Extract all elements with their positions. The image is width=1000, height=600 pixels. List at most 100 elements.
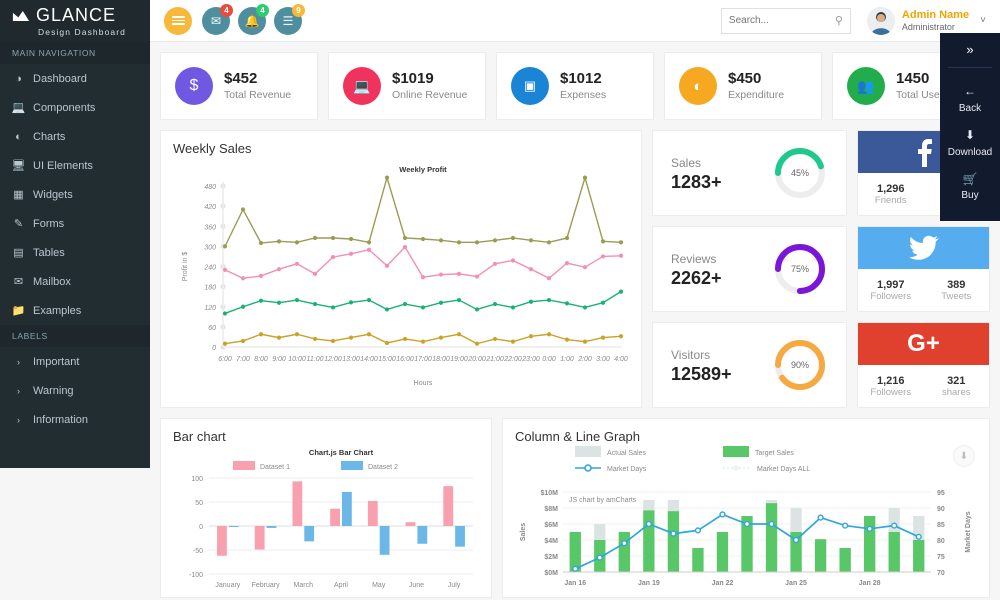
social-stat-label: Friends <box>875 195 907 206</box>
table-icon: ▤ <box>12 246 25 259</box>
sidebar-item-components[interactable]: 💻 Components <box>0 93 150 122</box>
svg-text:85: 85 <box>937 522 945 529</box>
sidebar-item-forms[interactable]: ✎ Forms <box>0 209 150 238</box>
stat-value: $1019 <box>392 70 467 89</box>
social-stat-label: Followers <box>870 291 911 302</box>
chevron-down-icon[interactable]: ˅ <box>980 15 986 26</box>
hamburger-icon[interactable] <box>164 7 192 35</box>
donut-chart: 45% <box>772 145 828 201</box>
stat-label: Total Revenue <box>224 89 291 102</box>
messages-badge: 4 <box>220 4 233 17</box>
sidebar-item-examples[interactable]: 📁 Examples <box>0 296 150 325</box>
chart-logo-icon <box>12 9 30 23</box>
bell-icon: 🔔 <box>245 14 260 28</box>
sidebar-item-tables[interactable]: ▤ Tables <box>0 238 150 267</box>
laptop-icon: 💻 <box>12 101 25 114</box>
svg-text:0:00: 0:00 <box>542 356 556 363</box>
sidebar-item-label: Important <box>33 356 79 368</box>
notifications-button[interactable]: 🔔 4 <box>238 7 266 35</box>
folder-icon: 📁 <box>12 304 25 317</box>
sidebar-item-ui-elements[interactable]: 🖥 UI Elements <box>0 151 150 180</box>
svg-text:240: 240 <box>203 265 216 272</box>
svg-text:8:00: 8:00 <box>254 356 268 363</box>
donut-card-visitors[interactable]: Visitors 12589+ 90% <box>652 322 847 408</box>
donut-percent: 90% <box>772 337 828 393</box>
svg-text:15:00: 15:00 <box>378 356 396 363</box>
user-profile-menu[interactable]: Admin Name Administrator ˅ <box>867 7 986 35</box>
svg-text:300: 300 <box>204 244 216 251</box>
profile-name: Admin Name <box>902 9 969 22</box>
svg-text:6:00: 6:00 <box>218 356 232 363</box>
google-plus-glyph: G+ <box>907 330 940 358</box>
overlay-buy-button[interactable]: 🛒 Buy <box>940 163 1000 207</box>
donut-cards-column: Sales 1283+ 45% Reviews 2262+ <box>652 130 847 408</box>
stat-value: $1012 <box>560 70 606 89</box>
double-chevron-right-icon[interactable]: » <box>940 39 1000 60</box>
download-icon: ⬇ <box>940 127 1000 144</box>
sidebar-item-label: Widgets <box>33 189 73 201</box>
google-plus-icon: G+ <box>858 323 989 365</box>
search-icon[interactable]: ⚲ <box>835 14 843 27</box>
avatar <box>867 7 895 35</box>
search-box[interactable]: ⚲ <box>721 8 851 34</box>
sidebar-item-label: Components <box>33 102 95 114</box>
dashboard-icon: ◑ <box>12 73 25 85</box>
sidebar-item-charts[interactable]: ◐ Charts <box>0 122 150 151</box>
sidebar-item-important[interactable]: › Important <box>0 347 150 376</box>
brand-subtitle: Design Dashboard <box>12 27 150 37</box>
svg-text:Jan 19: Jan 19 <box>638 580 660 587</box>
tasks-button[interactable]: ☰ 9 <box>274 7 302 35</box>
svg-text:18:00: 18:00 <box>432 356 450 363</box>
sidebar-item-information[interactable]: › Information <box>0 405 150 434</box>
svg-text:19:00: 19:00 <box>450 356 468 363</box>
stat-card-total-revenue[interactable]: $ $452 Total Revenue <box>160 52 318 120</box>
svg-text:14:00: 14:00 <box>360 356 378 363</box>
social-stat: 389 Tweets <box>924 269 990 311</box>
column-chart-title: Column & Line Graph <box>515 429 977 444</box>
social-stats: 1,997 Followers 389 Tweets <box>858 269 989 311</box>
donut-percent: 75% <box>772 241 828 297</box>
donut-chart: 75% <box>772 241 828 297</box>
weekly-sales-chart: Weekly Profit0601201802403003604204806:0… <box>173 156 629 391</box>
svg-text:4:00: 4:00 <box>614 356 628 363</box>
search-input[interactable] <box>729 15 835 26</box>
stat-card-expenditure[interactable]: ◐ $450 Expenditure <box>664 52 822 120</box>
social-card-google-plus[interactable]: G+ 1,216 Followers 321 shares <box>857 322 990 408</box>
overlay-back-button[interactable]: ← Back <box>940 75 1000 119</box>
svg-text:June: June <box>409 582 424 589</box>
sidebar-item-widgets[interactable]: ▦ Widgets <box>0 180 150 209</box>
overlay-item-label: Download <box>948 147 992 158</box>
social-stats: 1,216 Followers 321 shares <box>858 365 989 407</box>
svg-text:$4M: $4M <box>544 538 558 545</box>
edit-icon: ✎ <box>12 217 25 230</box>
svg-text:July: July <box>448 582 461 589</box>
svg-text:10:00: 10:00 <box>288 356 306 363</box>
overlay-download-button[interactable]: ⬇ Download <box>940 119 1000 163</box>
svg-text:80: 80 <box>937 538 945 545</box>
download-icon[interactable]: ⬇ <box>953 445 975 467</box>
stat-card-expenses[interactable]: ▣ $1012 Expenses <box>496 52 654 120</box>
svg-text:180: 180 <box>204 285 216 292</box>
social-card-twitter[interactable]: 1,997 Followers 389 Tweets <box>857 226 990 312</box>
sidebar-item-dashboard[interactable]: ◑ Dashboard <box>0 64 150 93</box>
donut-card-sales[interactable]: Sales 1283+ 45% <box>652 130 847 216</box>
donut-card-reviews[interactable]: Reviews 2262+ 75% <box>652 226 847 312</box>
sidebar-item-mailbox[interactable]: ✉ Mailbox <box>0 267 150 296</box>
svg-text:60: 60 <box>208 325 216 332</box>
stat-card-online-revenue[interactable]: 💻 $1019 Online Revenue <box>328 52 486 120</box>
profile-role: Administrator <box>902 22 969 33</box>
svg-text:April: April <box>334 582 348 589</box>
column-line-panel: Column & Line Graph ⬇ Actual SalesTarget… <box>502 418 990 598</box>
sidebar-item-label: Examples <box>33 305 81 317</box>
users-icon: 👥 <box>847 67 885 105</box>
sidebar-item-label: Charts <box>33 131 65 143</box>
sidebar-item-label: Warning <box>33 385 74 397</box>
brand-block[interactable]: GLANCE Design Dashboard <box>0 0 150 42</box>
weekly-sales-panel: Weekly Sales Weekly Profit06012018024030… <box>160 130 642 408</box>
svg-text:Jan 22: Jan 22 <box>712 580 734 587</box>
svg-text:50: 50 <box>195 500 203 507</box>
svg-text:95: 95 <box>937 490 945 497</box>
svg-text:70: 70 <box>937 570 945 577</box>
messages-button[interactable]: ✉ 4 <box>202 7 230 35</box>
sidebar-item-warning[interactable]: › Warning <box>0 376 150 405</box>
